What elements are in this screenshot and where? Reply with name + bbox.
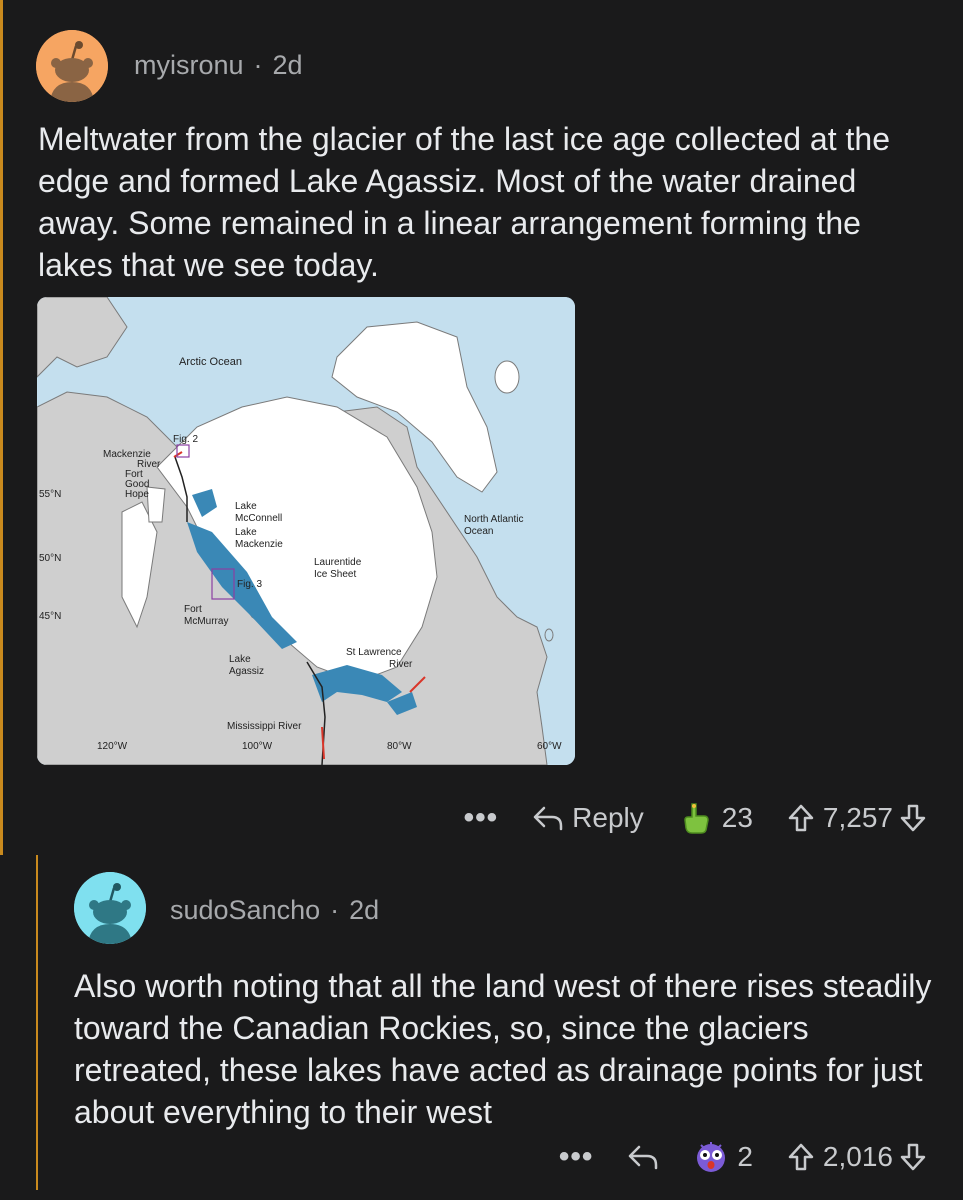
svg-text:60°W: 60°W (537, 741, 562, 752)
map-image[interactable]: Arctic Ocean Fig. 2 Mackenzie River Fort… (37, 297, 575, 765)
svg-text:45°N: 45°N (39, 611, 61, 622)
svg-text:McConnell: McConnell (235, 513, 282, 524)
separator-dot: · (330, 895, 340, 925)
timestamp: 2d (272, 50, 303, 80)
reply-label: Reply (572, 802, 644, 833)
shocked-face-award-icon (697, 1142, 726, 1172)
thread-line (0, 0, 3, 855)
svg-text:St Lawrence: St Lawrence (346, 647, 402, 658)
svg-text:Lake: Lake (229, 654, 251, 665)
username[interactable]: sudoSancho (170, 895, 320, 925)
svg-text:Fig. 3: Fig. 3 (237, 579, 262, 590)
score: 7,257 (822, 802, 893, 833)
svg-text:Hope: Hope (125, 489, 149, 500)
svg-text:Agassiz: Agassiz (229, 666, 264, 677)
downvote-icon[interactable] (899, 1142, 927, 1172)
separator-dot: · (253, 50, 263, 80)
username[interactable]: myisronu (134, 50, 244, 80)
svg-text:River: River (389, 659, 413, 670)
svg-text:Lake: Lake (235, 501, 257, 512)
avatar[interactable] (74, 872, 146, 944)
comment-actions: ••• Reply 23 7,257 (430, 796, 927, 840)
avatar[interactable] (36, 30, 108, 102)
svg-text:50°N: 50°N (39, 553, 61, 564)
svg-text:120°W: 120°W (97, 741, 128, 752)
lake-agassiz-map: Arctic Ocean Fig. 2 Mackenzie River Fort… (37, 297, 575, 765)
svg-text:Fig. 2: Fig. 2 (173, 434, 198, 445)
svg-text:Mackenzie: Mackenzie (235, 539, 283, 550)
comment-meta: sudoSancho · 2d (170, 895, 379, 926)
svg-text:Ocean: Ocean (464, 526, 493, 537)
svg-text:Laurentide: Laurentide (314, 557, 362, 568)
more-options-button[interactable]: ••• (464, 801, 499, 835)
snoo-avatar-icon (74, 872, 146, 944)
svg-text:Lake: Lake (235, 527, 257, 538)
reply-arrow-icon (629, 1145, 658, 1170)
svg-text:80°W: 80°W (387, 741, 412, 752)
timestamp: 2d (349, 895, 380, 925)
svg-text:Ice Sheet: Ice Sheet (314, 569, 356, 580)
svg-text:Mississippi River: Mississippi River (227, 721, 302, 732)
snoo-avatar-icon (36, 30, 108, 102)
reply-button[interactable] (627, 1143, 659, 1171)
svg-text:McMurray: McMurray (184, 616, 228, 627)
svg-text:100°W: 100°W (242, 741, 273, 752)
comment-body: Also worth noting that all the land west… (74, 968, 932, 1130)
upvote-icon[interactable] (787, 1142, 815, 1172)
reply-button[interactable]: Reply (532, 802, 644, 834)
award-button[interactable]: 23 (678, 800, 753, 836)
thread-line (36, 855, 38, 1190)
svg-text:Arctic Ocean: Arctic Ocean (179, 356, 242, 368)
upvote-icon[interactable] (787, 803, 815, 833)
more-options-button[interactable]: ••• (559, 1140, 594, 1174)
vote-controls: 7,257 (787, 802, 927, 834)
score: 2,016 (822, 1141, 893, 1172)
comment-meta: myisronu · 2d (134, 50, 303, 81)
pointing-hand-award-icon (684, 803, 709, 834)
vote-controls: 2,016 (787, 1141, 927, 1173)
svg-text:Fort: Fort (184, 604, 202, 615)
comment-body: Meltwater from the glacier of the last i… (38, 121, 890, 283)
svg-text:North Atlantic: North Atlantic (464, 514, 523, 525)
award-count: 2 (737, 1141, 753, 1172)
reply-arrow-icon (533, 806, 563, 831)
award-button[interactable]: 2 (693, 1139, 753, 1175)
downvote-icon[interactable] (899, 803, 927, 833)
award-count: 23 (721, 802, 753, 833)
svg-text:55°N: 55°N (39, 489, 61, 500)
comment-actions: ••• 2 2,016 (525, 1135, 927, 1179)
